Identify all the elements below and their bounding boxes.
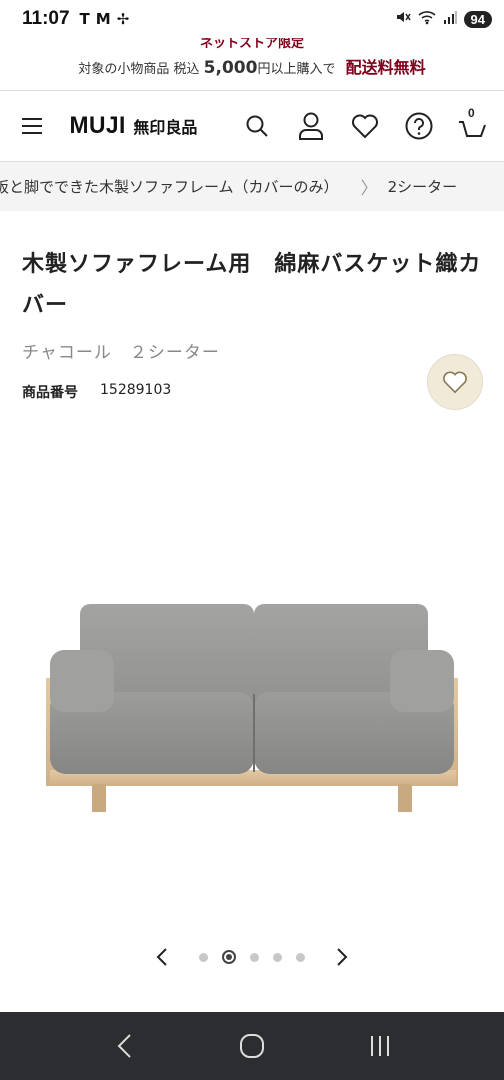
gmail-icon: M — [95, 10, 111, 28]
recents-button[interactable] — [360, 1026, 400, 1066]
help-icon[interactable] — [402, 109, 436, 143]
promo-line: 対象の小物商品 税込 5,000円以上購入で 配送料無料 — [0, 54, 504, 78]
menu-icon[interactable] — [22, 118, 42, 134]
battery-indicator: 94 — [463, 10, 492, 28]
heart-icon — [443, 371, 467, 394]
promo-suffix: 円以上購入で — [257, 62, 336, 77]
promo-amount: 5,000 — [203, 58, 258, 78]
fan-icon: ✢ — [116, 10, 130, 28]
carousel-prev-button[interactable] — [147, 942, 177, 972]
tesla-icon: T — [79, 10, 90, 28]
cart-icon[interactable]: 0 — [456, 106, 490, 143]
breadcrumb-separator-icon: 〉 — [360, 179, 378, 199]
breadcrumb-item-2seater[interactable]: 2シーター — [388, 176, 458, 197]
promo-title: ネットストア限定 — [199, 38, 304, 51]
android-nav-bar — [0, 1012, 504, 1080]
image-carousel — [0, 935, 504, 979]
home-icon — [240, 1034, 264, 1058]
leg-right — [398, 784, 412, 812]
carousel-next-button[interactable] — [327, 942, 357, 972]
leg-left — [92, 784, 106, 812]
status-bar: 11:07 T M ✢ 94 — [0, 0, 504, 38]
arm-cushion-right — [390, 650, 454, 712]
recents-icon — [371, 1036, 389, 1056]
chevron-right-icon — [337, 948, 348, 966]
breadcrumb: 板と脚でできた木製ソファフレーム（カバーのみ） 〉 2シーター — [0, 162, 504, 211]
logo-jp: 無印良品 — [133, 118, 198, 137]
product-image[interactable] — [0, 430, 504, 930]
promo-banner[interactable]: ネットストア限定 対象の小物商品 税込 5,000円以上購入で 配送料無料 — [0, 38, 504, 90]
logo-en: MUJI — [69, 112, 126, 139]
arm-cushion-left — [50, 650, 114, 712]
site-header: MUJI 無印良品 0 — [0, 90, 504, 162]
carousel-dots — [199, 950, 305, 964]
free-shipping-label: 配送料無料 — [345, 58, 426, 77]
carousel-dot[interactable] — [296, 952, 305, 962]
wifi-icon — [417, 9, 436, 29]
notification-icons: T M ✢ — [80, 10, 130, 28]
promo-prefix: 対象の小物商品 税込 — [78, 62, 200, 77]
breadcrumb-item-frame[interactable]: 板と脚でできた木製ソファフレーム（カバーのみ） — [0, 176, 339, 197]
account-icon[interactable] — [294, 109, 328, 143]
home-button[interactable] — [232, 1026, 272, 1066]
chevron-left-icon — [156, 948, 167, 966]
cart-count: 0 — [468, 106, 475, 120]
system-icons: 94 — [395, 9, 492, 29]
mute-icon — [395, 9, 411, 29]
signal-icon — [443, 10, 457, 28]
product-title: 木製ソファフレーム用 綿麻バスケット織カバー — [22, 252, 482, 318]
header-actions: 0 — [240, 106, 490, 143]
product-variant: チャコール ２シーター — [22, 343, 220, 363]
back-icon — [117, 1034, 131, 1058]
sku-label: 商品番号 — [22, 385, 78, 401]
carousel-dot[interactable] — [199, 952, 208, 962]
carousel-dot[interactable] — [273, 952, 282, 962]
status-time: 11:07 — [22, 8, 70, 29]
add-to-favorites-button[interactable] — [427, 354, 483, 410]
search-icon[interactable] — [240, 109, 274, 143]
favorite-icon[interactable] — [348, 109, 382, 143]
back-button[interactable] — [104, 1026, 144, 1066]
carousel-dot[interactable] — [250, 952, 259, 962]
muji-logo[interactable]: MUJI 無印良品 — [68, 112, 197, 140]
product-sku: 商品番号 15289103 — [22, 382, 171, 402]
carousel-dot[interactable] — [222, 950, 236, 964]
sku-value: 15289103 — [100, 382, 172, 398]
